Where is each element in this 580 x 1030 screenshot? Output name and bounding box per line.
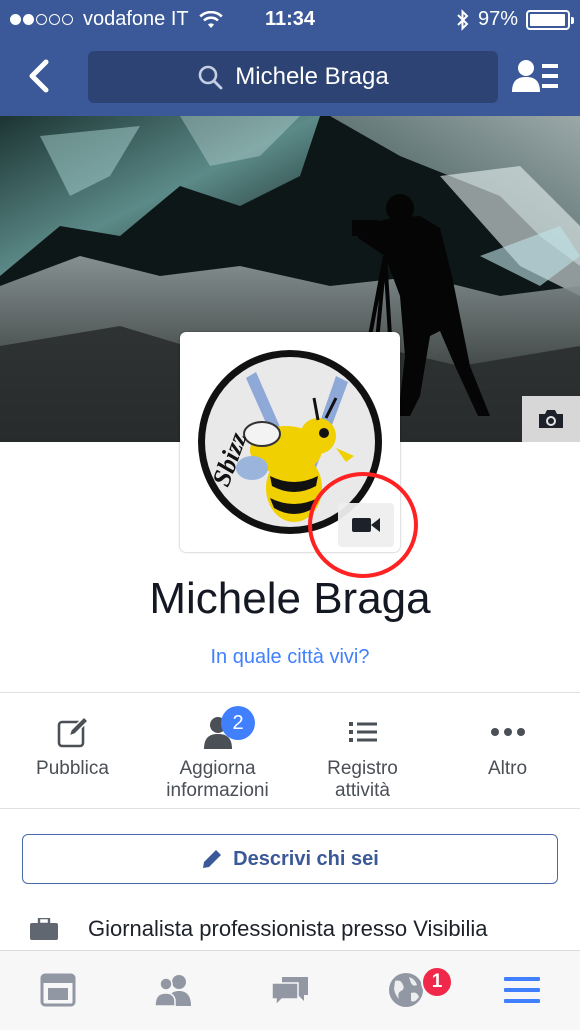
update-count-badge: 2 — [221, 706, 255, 740]
news-feed-icon — [40, 973, 76, 1007]
tab-news-feed[interactable] — [36, 970, 80, 1010]
search-icon — [198, 65, 223, 90]
job-info[interactable]: Giornalista professionista presso Visibi… — [0, 910, 580, 950]
job-text: Giornalista professionista presso Visibi… — [88, 916, 488, 941]
search-input[interactable]: Michele Braga — [88, 51, 498, 103]
bluetooth-icon — [457, 8, 469, 31]
friend-requests-icon — [512, 60, 558, 92]
battery-percent: 97% — [477, 8, 518, 30]
action-label-line1: Registro — [327, 758, 398, 779]
action-aggiorna-informazioni[interactable]: 2 Aggiorna informazioni — [145, 706, 290, 802]
pencil-icon — [203, 850, 222, 868]
tab-menu[interactable] — [500, 970, 544, 1010]
tab-messages[interactable] — [268, 970, 312, 1010]
messages-icon — [271, 977, 308, 1007]
action-registro-attivita[interactable]: Registro attività — [290, 712, 435, 802]
edit-icon — [57, 716, 89, 748]
divider — [0, 808, 580, 809]
search-text: Michele Braga — [235, 63, 389, 90]
action-label-line2: attività — [335, 780, 390, 801]
highlight-circle — [308, 472, 418, 578]
menu-icon — [504, 977, 540, 1003]
action-pubblica[interactable]: Pubblica — [0, 712, 145, 780]
camera-icon — [539, 410, 563, 428]
chevron-left-icon — [29, 59, 49, 93]
action-label: Pubblica — [36, 758, 109, 779]
action-label: Altro — [487, 758, 528, 779]
notifications-badge: 1 — [421, 966, 453, 998]
action-label-line1: Aggiorna — [179, 758, 256, 779]
profile-name: Michele Braga — [149, 574, 431, 623]
globe-icon — [389, 973, 423, 1007]
status-bar: vodafone IT 11:34 97% — [0, 0, 580, 40]
back-button[interactable] — [22, 58, 58, 94]
describe-label: Descrivi chi sei — [233, 847, 379, 870]
friends-icon — [154, 975, 191, 1006]
more-icon — [490, 728, 525, 736]
action-label-line2: informazioni — [166, 780, 269, 801]
change-cover-button[interactable] — [522, 396, 580, 442]
list-icon — [348, 722, 377, 742]
action-altro[interactable]: Altro — [435, 712, 580, 780]
briefcase-icon — [30, 918, 58, 940]
tab-friends[interactable] — [152, 970, 196, 1010]
friend-requests-button[interactable] — [512, 58, 560, 96]
city-prompt-link[interactable]: In quale città vivi? — [0, 646, 580, 669]
describe-yourself-button[interactable]: Descrivi chi sei — [22, 834, 558, 884]
divider — [0, 692, 580, 693]
battery-icon — [526, 9, 574, 30]
